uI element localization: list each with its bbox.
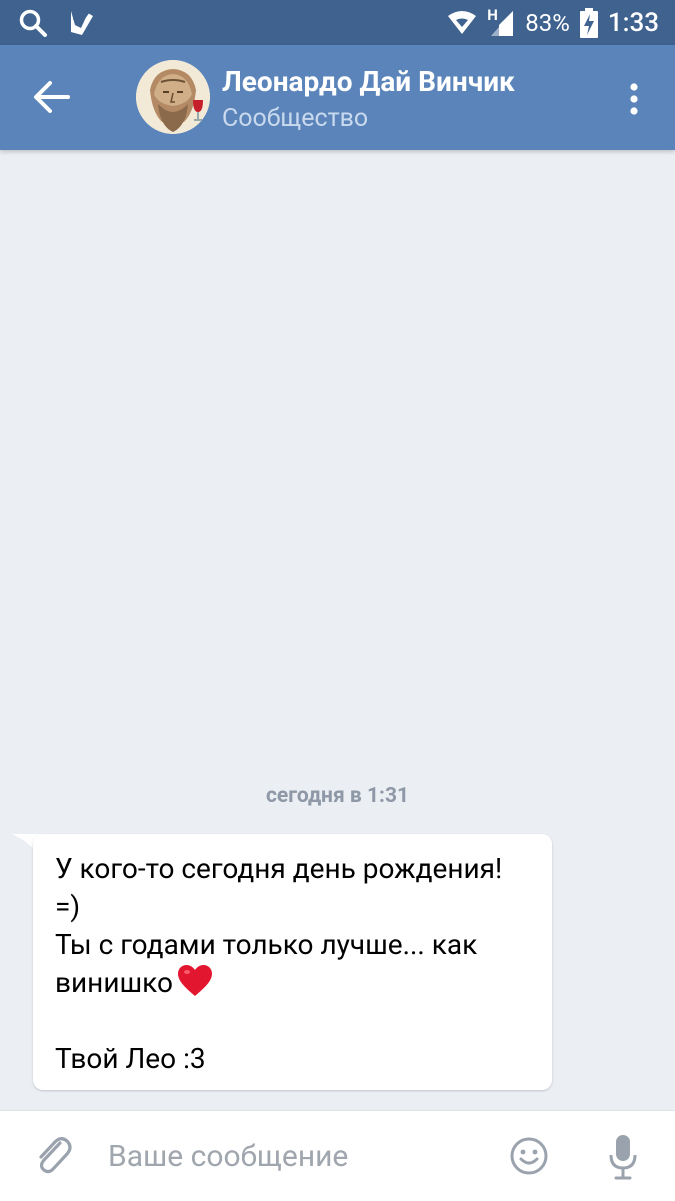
signal-indicator: H: [487, 6, 515, 37]
paperclip-icon[interactable]: [33, 1133, 73, 1177]
microphone-icon[interactable]: [607, 1133, 639, 1181]
more-vertical-icon[interactable]: [620, 79, 648, 119]
incoming-message-bubble[interactable]: У кого-то сегодня день рождения! =) Ты с…: [33, 834, 552, 1090]
red-heart-emoji-icon: [177, 965, 212, 996]
chat-header: Леонардо Дай Винчик Сообщество: [0, 45, 675, 150]
back-arrow-icon[interactable]: [30, 77, 74, 117]
date-separator: сегодня в 1:31: [265, 784, 410, 808]
clock: 1:33: [607, 7, 659, 38]
message-input[interactable]: [108, 1133, 488, 1179]
wifi-icon: [448, 10, 477, 34]
chat-subtitle: Сообщество: [222, 104, 369, 133]
check-download-icon: [71, 10, 93, 35]
search-icon: [19, 9, 47, 37]
community-avatar[interactable]: [136, 60, 210, 134]
signal-icon: [491, 10, 514, 36]
message-text-end: Твой Лео :3: [55, 1042, 206, 1075]
message-text: У кого-то сегодня день рождения! =) Ты с…: [55, 850, 535, 1078]
chat-title[interactable]: Леонардо Дай Винчик: [222, 65, 515, 98]
leonardo-portrait-icon: [136, 60, 210, 134]
smiley-icon[interactable]: [510, 1137, 548, 1175]
battery-charging-icon: [579, 7, 598, 38]
message-text-start: У кого-то сегодня день рождения! =) Ты с…: [55, 852, 503, 999]
message-composer: [0, 1110, 675, 1201]
status-bar: H 83% 1:33: [0, 0, 675, 45]
battery-percentage: 83%: [525, 8, 570, 37]
